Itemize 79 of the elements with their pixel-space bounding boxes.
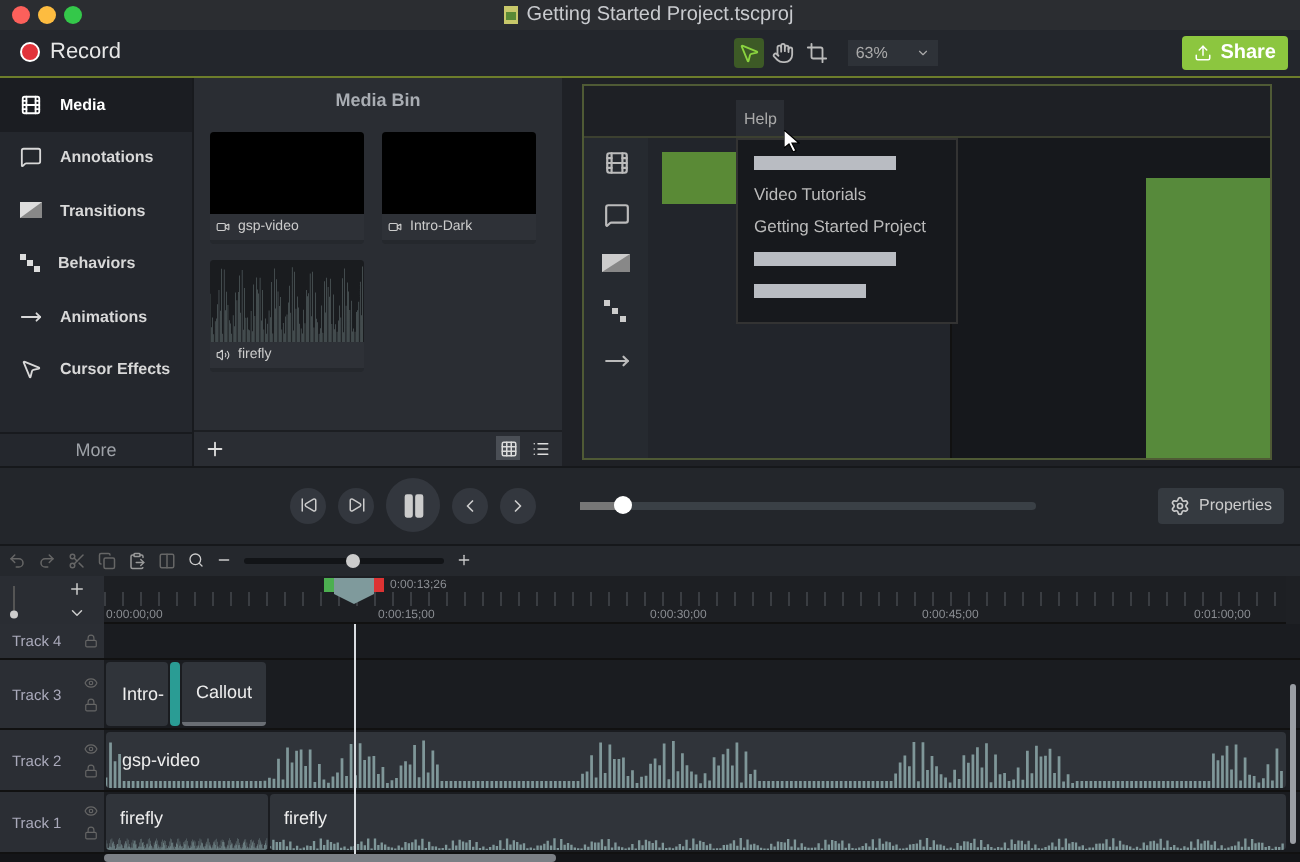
grid-view-button[interactable] [496,436,520,461]
minimize-button[interactable] [38,5,56,24]
redacted-bar [754,252,896,267]
audio-clip[interactable]: firefly [270,794,1286,851]
horizontal-scrollbar[interactable] [104,854,556,862]
speaker-icon [216,348,230,363]
caret-icon [915,45,930,60]
hand-icon [771,41,794,64]
scissors-icon[interactable] [68,551,86,570]
video-clip[interactable]: gsp-video [106,732,1286,789]
settings-icon [1169,495,1190,516]
lock-icon[interactable] [84,634,98,649]
record-icon [20,42,40,63]
video-icon [388,220,402,235]
pause-icon [399,491,427,520]
callout-clip[interactable]: Callout [182,662,266,727]
grid-icon [499,439,517,458]
cursor-icon [20,358,42,381]
menu-item[interactable]: Video Tutorials [754,182,940,209]
split-icon[interactable] [158,551,176,570]
crop-tool-button[interactable] [801,37,832,68]
playhead-handle[interactable] [324,575,384,604]
sidebar-item[interactable]: Media [0,78,192,132]
transition-icon [20,202,42,219]
copy-icon[interactable] [98,551,116,570]
hand-tool-button[interactable] [767,37,798,68]
zoom-dropdown[interactable]: 63% [847,39,938,66]
add-track-icon[interactable] [68,579,86,598]
steps-icon [604,298,628,323]
maximize-button[interactable] [64,5,82,24]
add-icon[interactable] [204,437,226,460]
list-icon [531,439,549,458]
pointer-icon [737,41,760,64]
redo-icon[interactable] [38,551,56,570]
paste-icon[interactable] [128,551,146,570]
film-icon [20,93,42,116]
lock-icon[interactable] [84,826,98,841]
properties-button[interactable]: Properties [1157,487,1284,524]
step-back-icon [299,496,317,515]
thumbnail-preview [662,152,736,205]
step-forward-button[interactable] [338,487,374,524]
select-tool-button[interactable] [733,37,764,68]
playback-scrubber[interactable] [580,501,1036,510]
undo-icon[interactable] [8,551,26,570]
track-size-slider[interactable] [8,583,20,620]
record-button[interactable]: Record [12,40,129,65]
transition-icon [602,254,630,273]
zoom-in-icon[interactable] [456,552,472,569]
video-clip[interactable]: Intro- [106,662,168,727]
menu-title[interactable]: Help [736,100,785,137]
step-forward-icon [347,496,365,515]
document-icon [504,5,519,24]
menu-item[interactable]: Getting Started Project [754,214,940,241]
crop-icon [805,41,828,64]
speech-bubble-icon [20,146,42,169]
sidebar-item[interactable]: Transitions [0,184,192,238]
mouse-cursor-icon [784,130,800,153]
sidebar-item[interactable]: Animations [0,290,192,344]
redacted-bar [754,284,866,299]
step-back-button[interactable] [290,487,326,524]
panel-title: Media Bin [333,88,423,115]
audio-clip[interactable]: firefly [106,794,268,851]
sidebar-item[interactable]: Cursor Effects [0,343,192,397]
lock-icon[interactable] [84,698,98,713]
pause-button[interactable] [386,478,440,533]
search-icon[interactable] [188,552,204,569]
transition-clip[interactable] [170,662,180,727]
sidebar-item[interactable]: Behaviors [0,237,192,291]
vertical-scrollbar[interactable] [1290,684,1296,845]
redacted-bar [754,156,896,171]
film-icon [603,150,629,177]
upload-icon [1194,43,1213,62]
lock-icon[interactable] [84,764,98,779]
speech-bubble-icon [603,202,629,229]
close-button[interactable] [12,5,30,24]
sidebar-item[interactable]: Annotations [0,131,192,185]
window-title: Getting Started Project.tscproj [526,3,794,26]
video-icon [216,220,230,235]
steps-icon [20,254,40,273]
